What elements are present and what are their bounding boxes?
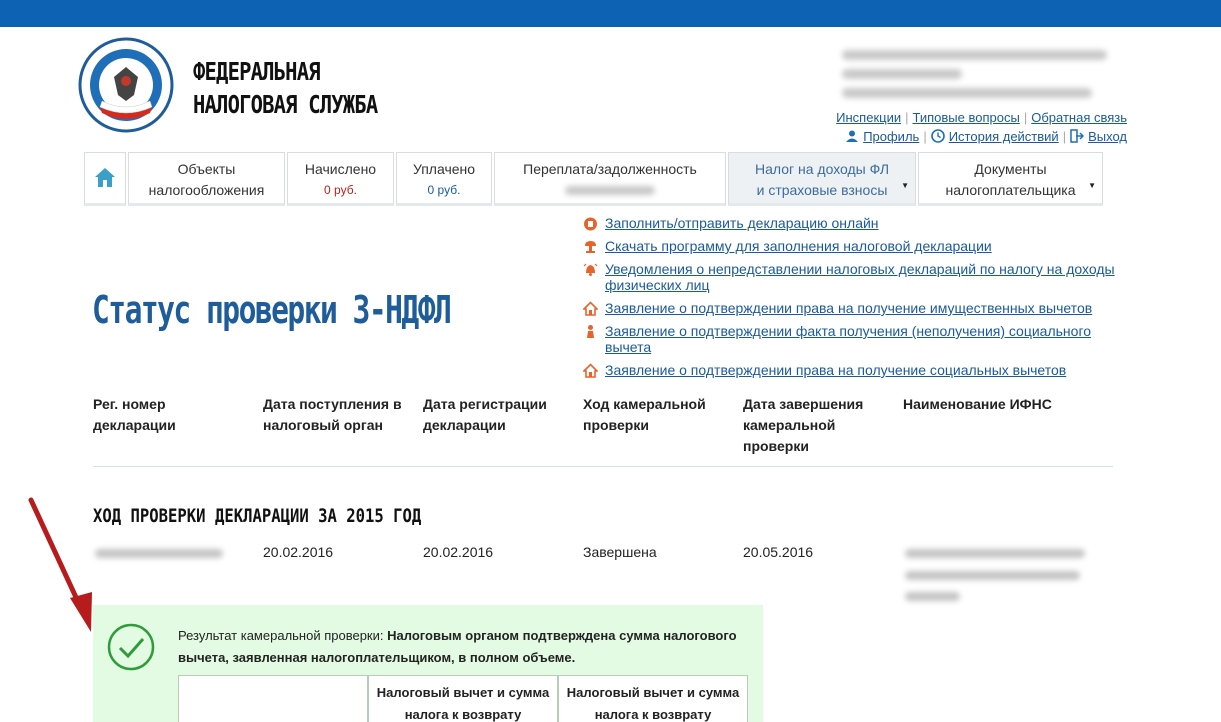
tab-taxpayer-documents[interactable]: Документы налогоплательщика ▼ [918,152,1103,206]
deduction-table-empty-header [178,675,368,722]
tab-overpayment-debt[interactable]: Переплата/задолженность [494,152,726,206]
top-links: Инспекции | Типовые вопросы | Обратная связь… [836,110,1127,144]
download-program-link[interactable]: Скачать программу для заполнения налогов… [605,238,992,254]
history-icon [930,129,945,143]
faq-link[interactable]: Типовые вопросы [913,110,1020,125]
paid-amount: 0 руб. [427,183,461,197]
accrued-amount: 0 руб. [324,183,357,197]
header-ifns-name: Наименование ИФНС [903,396,1052,412]
audit-status: Завершена [583,544,657,560]
action-item: Скачать программу для заполнения налогов… [583,238,1123,254]
house-icon [583,301,598,316]
page-title: Статус проверки 3-НДФЛ [92,288,452,332]
brand-line-1: ФЕДЕРАЛЬНАЯ [193,57,321,86]
action-item: Заявление о подтверждении права на получ… [583,300,1123,316]
logout-link[interactable]: Выход [1088,129,1127,144]
tab-personal-income-tax[interactable]: Налог на доходы ФЛ и страховые взносы ▼ [728,152,916,206]
received-date: 20.02.2016 [263,544,334,560]
action-item: Заявление о подтверждении права на получ… [583,362,1123,378]
chevron-down-icon: ▼ [901,181,909,190]
home-icon [95,168,115,187]
deduction-header-2: Налоговый вычет и сумма налога к возврат… [558,675,748,722]
main-nav: Объекты налогообложения Начислено 0 руб.… [84,152,1105,206]
tab-tax-objects[interactable]: Объекты налогообложения [128,152,285,206]
online-declaration-icon [584,217,597,231]
deduction-table: Налоговый вычет и сумма налога к возврат… [178,675,748,722]
fill-declaration-online-link[interactable]: Заполнить/отправить декларацию онлайн [605,215,879,231]
bell-icon [583,263,598,276]
header-audit-progress: Ход камеральной проверки [583,396,706,433]
header-reg-number: Рег. номер декларации [93,396,176,433]
deduction-header-1: Налоговый вычет и сумма налога к возврат… [368,675,558,722]
profile-icon [846,130,859,142]
inspections-link[interactable]: Инспекции [836,110,901,125]
person-icon [587,325,594,338]
social-deduction-right-link[interactable]: Заявление о подтверждении права на получ… [605,362,1066,378]
brand-name: ФЕДЕРАЛЬНАЯ НАЛОГОВАЯ СЛУЖБА [193,55,418,121]
social-deduction-fact-link[interactable]: Заявление о подтверждении факта получени… [605,323,1091,355]
action-item: Уведомления о непредставлении налоговых … [583,261,1123,293]
home-tab[interactable] [84,152,126,206]
ifns-name-redacted [905,549,1085,558]
property-deduction-link[interactable]: Заявление о подтверждении права на получ… [605,300,1092,316]
header-received-date: Дата поступления в налоговый орган [263,396,402,433]
action-item: Заявление о подтверждении факта получени… [583,323,1123,355]
non-submission-notice-link[interactable]: Уведомления о непредставлении налоговых … [605,261,1115,293]
tab-accrued[interactable]: Начислено 0 руб. [287,152,394,206]
audit-result-box: Результат камеральной проверки: Налоговы… [93,605,763,722]
profile-link[interactable]: Профиль [863,129,919,144]
completion-date: 20.05.2016 [743,544,814,560]
feedback-link[interactable]: Обратная связь [1031,110,1127,125]
history-link[interactable]: История действий [949,129,1059,144]
table-divider [93,466,1113,467]
top-bar [0,0,1221,27]
reg-number-redacted [95,549,223,558]
action-links: Заполнить/отправить декларацию онлайн Ск… [583,215,1123,385]
header-registration-date: Дата регистрации декларации [423,396,547,433]
brand-line-2: НАЛОГОВАЯ СЛУЖБА [193,90,378,119]
header-completion-date: Дата завершения камеральной проверки [743,396,864,454]
audit-result-text: Результат камеральной проверки: Налоговы… [178,628,737,665]
house-icon [583,363,598,378]
fns-emblem-icon[interactable] [78,37,174,133]
download-icon [585,241,596,253]
registration-date: 20.02.2016 [423,544,494,560]
chevron-down-icon: ▼ [1088,181,1096,190]
logout-icon [1070,129,1085,143]
action-item: Заполнить/отправить декларацию онлайн [583,215,1123,231]
user-info [842,50,1122,107]
section-title: ХОД ПРОВЕРКИ ДЕКЛАРАЦИИ ЗА 2015 ГОД [93,505,422,527]
check-circle-icon [107,623,155,671]
tab-paid[interactable]: Уплачено 0 руб. [396,152,492,206]
